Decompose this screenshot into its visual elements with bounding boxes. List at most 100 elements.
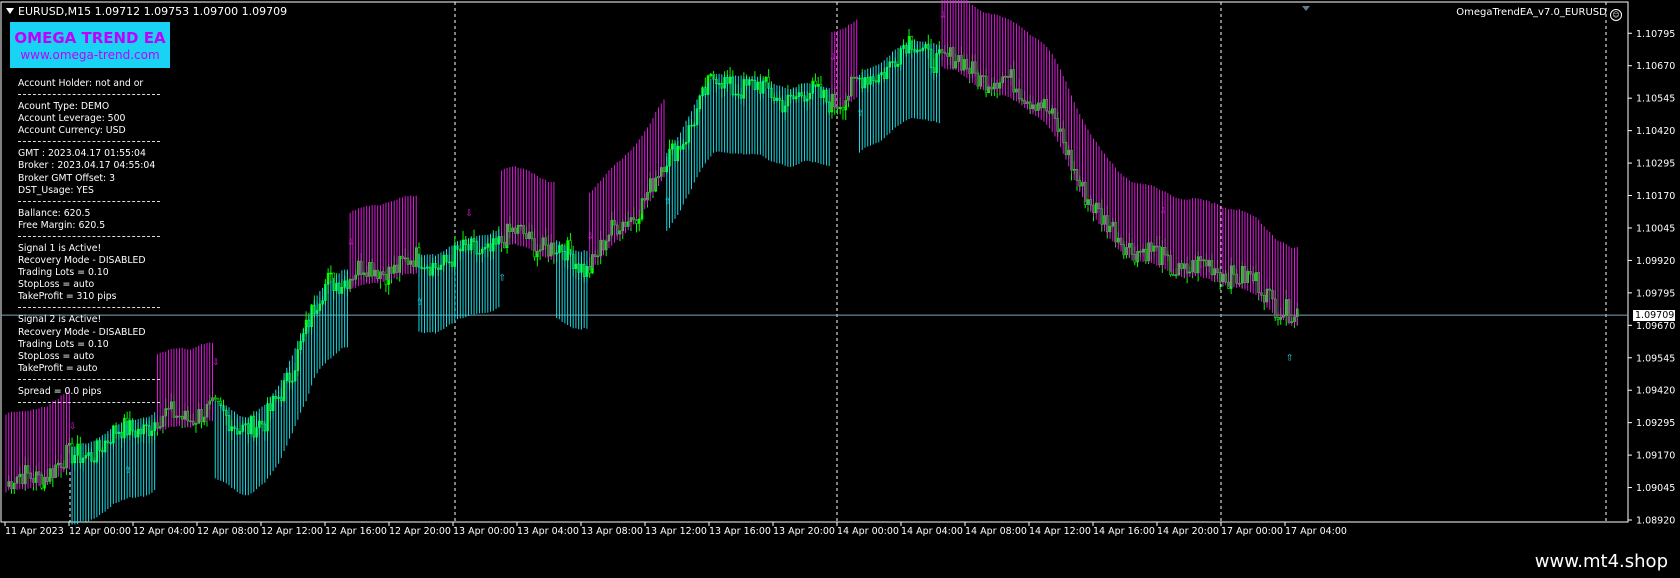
info-line: Signal 1 is Active! — [18, 242, 102, 254]
sell-arrow-icon: ⇩ — [1159, 206, 1167, 216]
symbol-quote: EURUSD,M15 1.09712 1.09753 1.09700 1.097… — [18, 5, 288, 18]
smiley-icon[interactable]: ☺ — [1610, 9, 1622, 21]
info-separator — [18, 307, 160, 309]
info-line: Broker GMT Offset: 3 — [18, 172, 116, 184]
time-tick-label: 11 Apr 2023 — [5, 526, 64, 537]
candle-body — [213, 397, 217, 400]
info-line: DST_Usage: YES — [18, 184, 94, 196]
shift-marker-icon — [1302, 6, 1310, 11]
info-separator — [18, 94, 160, 96]
time-tick-label: 14 Apr 16:00 — [1093, 526, 1155, 537]
info-line: StopLoss = auto — [18, 350, 95, 362]
chart-window[interactable]: 1.10795 1.10670 1.10545 1.10420 1.10295 1.101… — [0, 0, 1680, 543]
candle-body — [637, 218, 641, 224]
candle-body — [841, 107, 845, 111]
info-line: Recovery Mode - DISABLED — [18, 326, 146, 338]
time-tick-label: 12 Apr 04:00 — [133, 526, 195, 537]
candle-body — [1172, 274, 1175, 276]
time-tick-label: 13 Apr 16:00 — [709, 526, 771, 537]
sell-arrow-icon: ⇩ — [587, 232, 595, 242]
buy-arrow-icon: ⇧ — [416, 298, 424, 308]
price-tick-label: 1.09295 — [1636, 418, 1675, 429]
info-line: Free Margin: 620.5 — [18, 219, 106, 231]
sell-arrow-icon: ⇩ — [212, 358, 220, 368]
time-tick-label: 12 Apr 00:00 — [69, 526, 131, 537]
info-line: TakeProfit = auto — [18, 362, 98, 374]
info-line: Signal 2 is Active! — [18, 314, 102, 326]
price-tick-label: 1.09670 — [1636, 321, 1675, 332]
info-separator — [18, 378, 160, 380]
price-tick-label: 1.09795 — [1636, 288, 1675, 299]
price-tick-label: 1.09420 — [1636, 386, 1675, 397]
account-info-panel: Account Holder: not and or Acount Type: D… — [18, 78, 160, 409]
buy-arrow-icon: ⇧ — [499, 273, 507, 283]
price-tick-label: 1.09170 — [1636, 451, 1675, 462]
candle-body — [216, 398, 220, 402]
time-tick-label: 17 Apr 04:00 — [1285, 526, 1347, 537]
brand-url: www.omega-trend.com — [20, 48, 160, 62]
candle-body — [838, 107, 842, 109]
price-tick-label: 1.10795 — [1636, 29, 1675, 40]
price-tick-label: 1.09920 — [1636, 256, 1675, 267]
time-tick-label: 12 Apr 16:00 — [325, 526, 387, 537]
time-tick-label: 14 Apr 00:00 — [837, 526, 899, 537]
price-tick-label: 1.10420 — [1636, 126, 1675, 137]
price-tick-label: 1.10170 — [1636, 191, 1675, 202]
brand-title: OMEGA TREND EA — [14, 29, 166, 47]
info-line: Spread = 0.0 pips — [18, 385, 102, 397]
info-line: GMT : 2023.04.17 01:55:04 — [18, 148, 146, 160]
ea-name-label: OmegaTrendEA_v7.0_EURUSD — [1456, 7, 1607, 18]
price-tick-label: 1.09045 — [1636, 483, 1675, 494]
candle-body — [709, 73, 713, 77]
info-line: Ballance: 620.5 — [18, 207, 91, 219]
expert-advisor-name: OmegaTrendEA_v7.0_EURUSD ☺ — [1456, 7, 1622, 21]
buy-arrow-icon: ⇧ — [664, 197, 672, 207]
symbol-header: EURUSD,M15 1.09712 1.09753 1.09700 1.097… — [6, 5, 287, 18]
chart-menu-triangle-icon[interactable] — [6, 8, 14, 14]
info-line: Account Leverage: 500 — [18, 113, 126, 125]
time-tick-label: 14 Apr 08:00 — [965, 526, 1027, 537]
candle-body — [329, 272, 333, 275]
price-tick-label: 1.10295 — [1636, 159, 1675, 170]
price-chart[interactable]: 1.10795 1.10670 1.10545 1.10420 1.10295 1.101… — [0, 0, 1680, 543]
info-separator — [18, 401, 160, 403]
price-tick-label: 1.10545 — [1636, 94, 1675, 105]
info-line: Trading Lots = 0.10 — [18, 338, 109, 350]
time-tick-label: 14 Apr 04:00 — [901, 526, 963, 537]
price-tick-label: 1.10045 — [1636, 223, 1675, 234]
info-line: Account Currency: USD — [18, 125, 126, 137]
info-line: Broker : 2023.04.17 04:55:04 — [18, 160, 156, 172]
current-price-label: 1.09709 — [1633, 310, 1675, 322]
info-line: Recovery Mode - DISABLED — [18, 255, 146, 267]
time-tick-label: 17 Apr 00:00 — [1221, 526, 1283, 537]
buy-arrow-icon: ⇧ — [1286, 353, 1294, 363]
time-tick-label: 12 Apr 12:00 — [261, 526, 323, 537]
sell-arrow-icon: ⇩ — [939, 11, 947, 21]
sell-arrow-icon: ⇩ — [829, 53, 837, 63]
buy-arrow-icon: ⇧ — [124, 466, 132, 476]
info-separator — [18, 141, 160, 143]
info-separator — [18, 235, 160, 237]
brand-logo-box: OMEGA TREND EA www.omega-trend.com — [10, 22, 170, 68]
price-tick-label: 1.10670 — [1636, 61, 1675, 72]
buy-arrow-icon: ⇧ — [856, 109, 864, 119]
sell-arrow-icon: ⇩ — [466, 209, 474, 219]
info-line: Trading Lots = 0.10 — [18, 267, 109, 279]
info-line: TakeProfit = 310 pips — [18, 291, 117, 303]
time-tick-label: 13 Apr 00:00 — [453, 526, 515, 537]
time-tick-label: 14 Apr 20:00 — [1157, 526, 1219, 537]
info-line: StopLoss = auto — [18, 279, 95, 291]
info-separator — [18, 200, 160, 202]
time-tick-label: 14 Apr 12:00 — [1029, 526, 1091, 537]
price-tick-label: 1.08920 — [1636, 516, 1675, 527]
time-tick-label: 13 Apr 08:00 — [581, 526, 643, 537]
sell-arrow-icon: ⇩ — [69, 422, 77, 432]
info-line: Acount Type: DEMO — [18, 101, 110, 113]
price-tick-label: 1.09545 — [1636, 353, 1675, 364]
time-tick-label: 13 Apr 20:00 — [773, 526, 835, 537]
time-tick-label: 13 Apr 12:00 — [645, 526, 707, 537]
time-tick-label: 12 Apr 20:00 — [389, 526, 451, 537]
time-tick-label: 12 Apr 08:00 — [197, 526, 259, 537]
time-tick-label: 13 Apr 04:00 — [517, 526, 579, 537]
info-line: Account Holder: not and or — [18, 78, 144, 89]
